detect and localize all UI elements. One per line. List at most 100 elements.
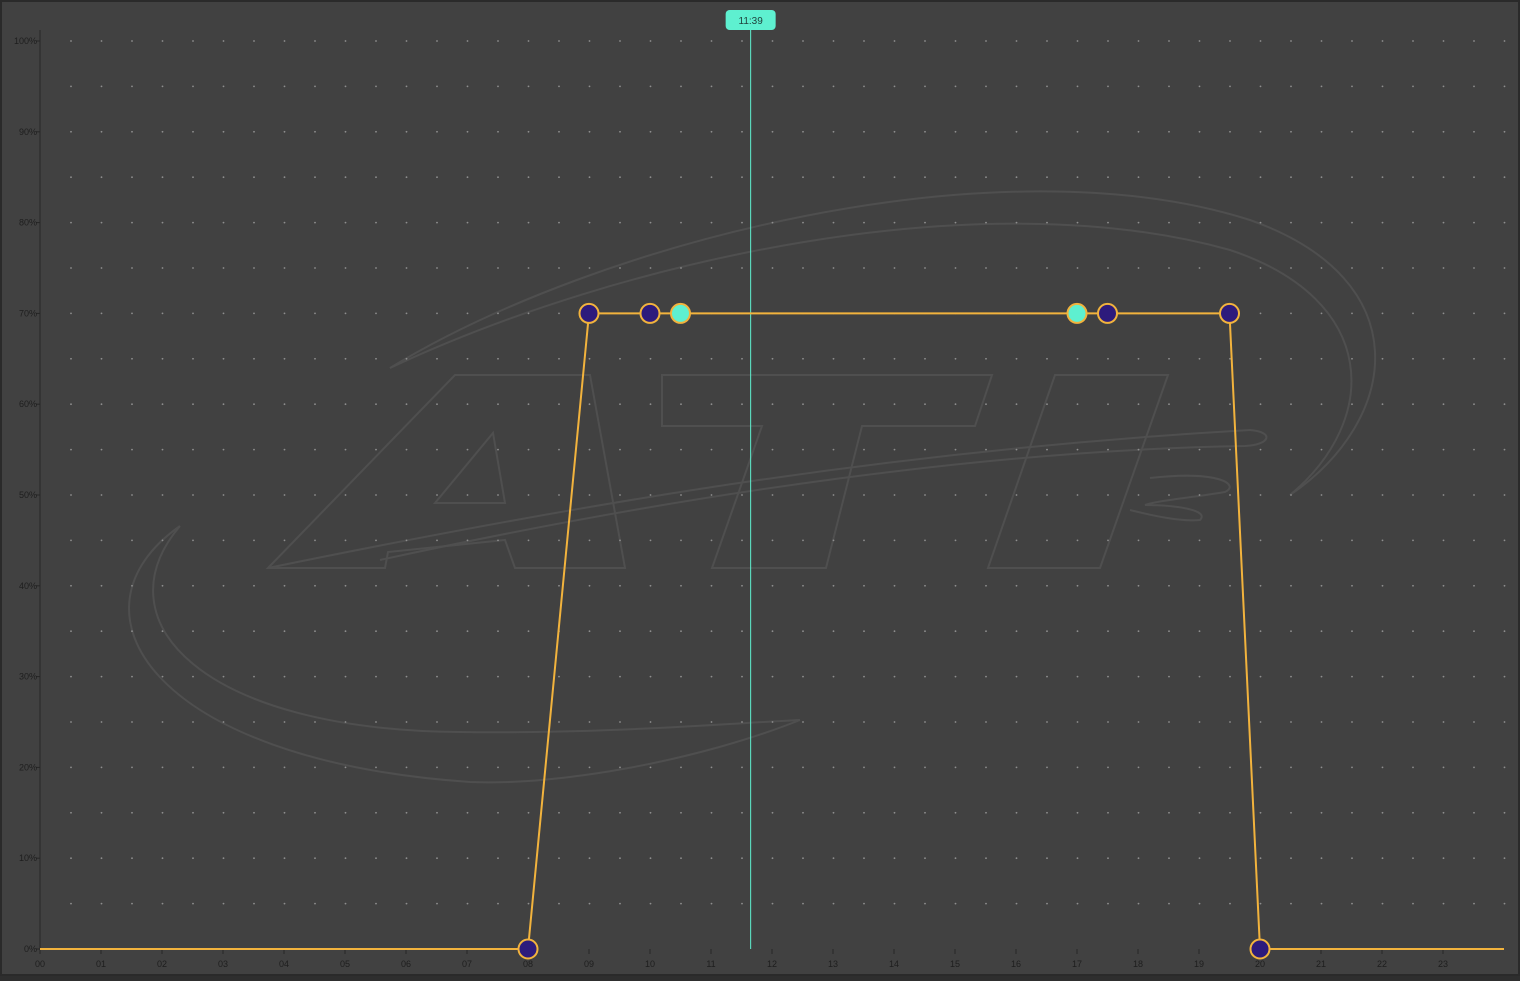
grid-dot (1442, 130, 1445, 133)
grid-dot (1076, 539, 1079, 542)
grid-dot (1473, 539, 1475, 542)
grid-dot (1503, 357, 1506, 360)
grid-dot (192, 902, 194, 905)
grid-dot (192, 857, 194, 860)
grid-dot (222, 584, 225, 587)
grid-dot (100, 448, 103, 451)
data-point[interactable] (1219, 302, 1240, 324)
grid-dot (436, 357, 438, 360)
grid-dot (558, 766, 560, 769)
grid-dot (741, 675, 743, 678)
data-point[interactable] (578, 302, 600, 324)
grid-dot (466, 811, 469, 814)
x-tick-label: 01 (96, 959, 106, 969)
grid-dot (1168, 584, 1170, 587)
grid-dot (1503, 630, 1506, 633)
grid-dot (1259, 675, 1262, 678)
grid-dot (924, 130, 926, 133)
grid-dot (1320, 176, 1323, 179)
grid-dot (1290, 857, 1292, 860)
grid-dot (1015, 267, 1018, 269)
grid-dot (222, 902, 225, 905)
grid-dot (344, 312, 347, 315)
grid-dot (1381, 539, 1384, 542)
grid-dot (1137, 675, 1140, 678)
grid-dot (710, 267, 713, 269)
grid-dot (893, 85, 896, 88)
grid-dot (863, 584, 865, 587)
grid-dot (1381, 357, 1384, 360)
data-point[interactable] (1249, 938, 1271, 960)
grid-dot (253, 403, 255, 406)
grid-dot (924, 630, 926, 633)
y-tick-label: 50% (19, 490, 37, 500)
grid-dot (527, 176, 530, 179)
grid-dot (1381, 176, 1384, 179)
grid-dot (1198, 357, 1201, 360)
grid-dot (1137, 176, 1140, 179)
schedule-chart[interactable]: 0% 10% 20% 30% 40% 50% 60% 70% 80% 90% 100% 00 01 02… (0, 0, 1520, 976)
grid-dot (832, 130, 835, 133)
data-point-selected[interactable] (1066, 302, 1088, 324)
grid-dot (771, 766, 774, 769)
grid-dot (527, 721, 530, 723)
grid-dot (70, 312, 72, 315)
grid-dot (1046, 221, 1048, 224)
grid-dot (680, 448, 682, 451)
grid-dot (253, 539, 255, 542)
grid-dot (375, 312, 377, 315)
grid-dot (1259, 721, 1262, 723)
grid-dot (1473, 902, 1475, 905)
grid-dot (131, 40, 133, 42)
grid-dot (344, 176, 347, 179)
grid-dot (497, 448, 499, 451)
grid-dot (1473, 584, 1475, 587)
grid-dot (70, 902, 72, 905)
grid-dot (405, 40, 408, 42)
grid-dot (1412, 675, 1414, 678)
grid-dot (985, 721, 987, 723)
data-point[interactable] (1097, 302, 1118, 324)
grid-dot (100, 675, 103, 678)
grid-dot (466, 675, 469, 678)
grid-dot (558, 176, 560, 179)
grid-dot (863, 494, 865, 496)
grid-dot (649, 403, 652, 406)
grid-dot (436, 494, 438, 496)
grid-dot (131, 85, 133, 88)
grid-dot (1015, 403, 1018, 406)
x-tick-label: 23 (1438, 959, 1448, 969)
grid-dot (680, 675, 682, 678)
grid-dot (1137, 539, 1140, 542)
grid-dot (954, 630, 957, 633)
grid-dot (375, 902, 377, 905)
grid-dot (192, 221, 194, 224)
grid-dot (1351, 312, 1353, 315)
grid-dot (466, 539, 469, 542)
grid-dot (1107, 85, 1109, 88)
grid-dot (863, 721, 865, 723)
grid-dot (1046, 902, 1048, 905)
grid-dot (802, 85, 804, 88)
data-point-selected[interactable] (670, 302, 691, 324)
grid-dot (954, 221, 957, 224)
grid-dot (1198, 721, 1201, 723)
grid-dot (1351, 130, 1353, 133)
grid-dot (131, 675, 133, 678)
grid-dot (1076, 267, 1079, 269)
grid-dot (1503, 902, 1506, 905)
grid-dot (680, 857, 682, 860)
grid-dot (1015, 766, 1018, 769)
grid-dot (283, 448, 286, 451)
grid-dot (70, 130, 72, 133)
grid-dot (619, 584, 621, 587)
grid-dot (161, 857, 164, 860)
grid-dot (405, 176, 408, 179)
grid-dot (253, 130, 255, 133)
data-point[interactable] (517, 938, 539, 960)
data-point[interactable] (639, 302, 661, 324)
grid-dot (1046, 721, 1048, 723)
y-tick-label: 60% (19, 399, 37, 409)
grid-dot (192, 267, 194, 269)
grid-dot (832, 221, 835, 224)
